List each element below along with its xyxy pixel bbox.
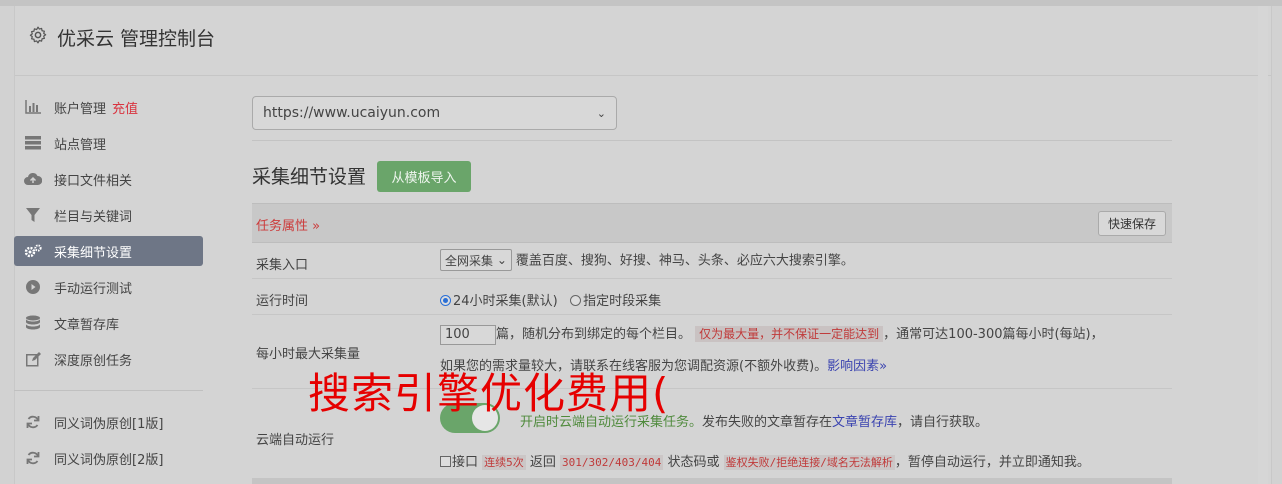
cloud-text-4: 状态码或 xyxy=(663,455,724,470)
sidebar-item-keywords[interactable]: 栏目与关键词 xyxy=(14,200,203,230)
database-icon xyxy=(24,315,42,331)
sidebar-item-collect-settings[interactable]: 采集细节设置 xyxy=(14,236,203,266)
site-select-value: https://www.ucaiyun.com xyxy=(263,105,441,121)
play-circle-icon xyxy=(24,279,42,295)
gears-icon xyxy=(24,243,42,259)
radio-24h-label: 24小时采集(默认) xyxy=(453,294,558,309)
radio-scheduled-label: 指定时段采集 xyxy=(583,294,662,309)
section-title: 采集细节设置 xyxy=(252,166,367,188)
sidebar-item-synonym-v1[interactable]: 同义词伪原创[1版] xyxy=(14,407,203,437)
scrollbar[interactable] xyxy=(1258,6,1268,484)
row-value: 24小时采集(默认) 指定时段采集 xyxy=(440,290,661,309)
radio-scheduled[interactable] xyxy=(570,295,582,306)
page-header: 优采云 管理控制台 xyxy=(15,6,1271,76)
sidebar-item-deep-original[interactable]: 深度原创任务 xyxy=(14,344,203,374)
row-label: 运行时间 xyxy=(256,294,309,309)
sidebar-divider xyxy=(14,390,203,391)
sidebar-item-interface[interactable]: 接口文件相关 xyxy=(14,164,203,194)
notify-checkbox[interactable] xyxy=(440,456,451,467)
max-warning: 仅为最大量，并不保证一定能达到 xyxy=(695,326,884,342)
sidebar-item-article-store[interactable]: 文章暂存库 xyxy=(14,308,203,338)
code-consecutive: 连续5次 xyxy=(482,455,526,470)
server-icon xyxy=(24,135,42,151)
row-value: 100 篇，随机分布到绑定的每个栏目。 仅为最大量，并不保证一定能达到 ，通常可达1… xyxy=(440,323,1104,345)
row-run-time: 运行时间 24小时采集(默认) 指定时段采集 xyxy=(252,279,1172,315)
cloud-text-5: ，暂停自动运行，并立即通知我。 xyxy=(894,455,1090,470)
sidebar-item-label: 接口文件相关 xyxy=(54,173,133,189)
task-properties-toggle[interactable]: 任务属性 » xyxy=(256,215,320,234)
collect-entry-select-value: 全网采集 xyxy=(445,253,494,268)
task-properties-bar: 任务属性 » 快速保存 xyxy=(252,203,1172,243)
max-per-hour-input[interactable]: 100 xyxy=(440,324,496,345)
code-status: 301/302/403/404 xyxy=(560,455,664,470)
notify-checkbox-label: 接口 xyxy=(452,455,479,470)
sidebar-item-label: 同义词伪原创[2版] xyxy=(54,452,164,468)
import-template-button[interactable]: 从模板导入 xyxy=(377,161,471,192)
max-text-2: ，通常可达100-300篇每小时(每站)， xyxy=(883,327,1104,342)
collect-entry-select[interactable]: 全网采集 ⌄ xyxy=(440,249,512,271)
sidebar-item-manual-test[interactable]: 手动运行测试 xyxy=(14,272,203,302)
sidebar-item-label: 文章暂存库 xyxy=(54,317,120,333)
collect-entry-desc: 覆盖百度、搜狗、好搜、神马、头条、必应六大搜索引擎。 xyxy=(515,253,854,269)
row-value: 全网采集 ⌄ 覆盖百度、搜狗、好搜、神马、头条、必应六大搜索引擎。 xyxy=(440,249,854,271)
sidebar-item-label: 深度原创任务 xyxy=(54,353,133,369)
article-store-link[interactable]: 文章暂存库 xyxy=(832,415,897,430)
sidebar-item-label: 手动运行测试 xyxy=(54,281,133,297)
gear-icon xyxy=(29,26,47,44)
divider xyxy=(252,140,1172,141)
max-text-1: 篇，随机分布到绑定的每个栏目。 xyxy=(496,327,692,342)
cloud-upload-icon xyxy=(24,171,42,187)
code-errors: 鉴权失败/拒绝连接/域名无法解析 xyxy=(723,455,895,470)
sidebar: 账户管理 充值 站点管理 接口文件相关 栏目与关键词 采集细节设置 手动运行测试 xyxy=(14,92,204,479)
sidebar-item-label: 账户管理 xyxy=(54,101,107,117)
row-label: 采集入口 xyxy=(256,258,309,273)
edit-icon xyxy=(24,351,42,367)
row-collect-entry: 采集入口 全网采集 ⌄ 覆盖百度、搜狗、好搜、神马、头条、必应六大搜索引擎。 xyxy=(252,243,1172,279)
sidebar-item-sites[interactable]: 站点管理 xyxy=(14,128,203,158)
row-label: 云端自动运行 xyxy=(256,433,335,448)
chevron-down-icon: ⌄ xyxy=(496,253,507,267)
chevron-down-icon: ⌄ xyxy=(596,106,606,120)
recharge-link[interactable]: 充值 xyxy=(112,98,138,117)
sidebar-item-label: 同义词伪原创[1版] xyxy=(54,416,164,432)
bottom-strip xyxy=(252,478,1172,484)
filter-icon xyxy=(24,207,42,223)
refresh-icon xyxy=(24,450,42,466)
cloud-text-1: 发布失败的文章暂存在 xyxy=(702,415,833,430)
cloud-text-2: ，请自行获取。 xyxy=(897,415,989,430)
sidebar-item-synonym-v2[interactable]: 同义词伪原创[2版] xyxy=(14,443,203,473)
refresh-icon xyxy=(24,414,42,430)
sidebar-item-label: 采集细节设置 xyxy=(54,245,133,261)
sidebar-item-label: 站点管理 xyxy=(54,137,107,153)
influence-factors-link[interactable]: 影响因素» xyxy=(827,359,887,374)
quick-save-button[interactable]: 快速保存 xyxy=(1098,211,1166,236)
overlay-text: 搜索引擎优化费用( xyxy=(308,369,670,418)
row-value-line2: 接口 连续5次 返回 301/302/403/404 状态码或 鉴权失败/拒绝连… xyxy=(440,451,1090,470)
radio-24h[interactable] xyxy=(440,295,451,306)
bar-chart-icon xyxy=(24,99,42,115)
page-title: 优采云 管理控制台 xyxy=(57,28,216,50)
sidebar-item-label: 栏目与关键词 xyxy=(54,209,133,225)
cloud-text-3: 返回 xyxy=(525,455,561,470)
site-select[interactable]: https://www.ucaiyun.com ⌄ xyxy=(252,96,617,130)
sidebar-item-account[interactable]: 账户管理 充值 xyxy=(14,92,203,122)
